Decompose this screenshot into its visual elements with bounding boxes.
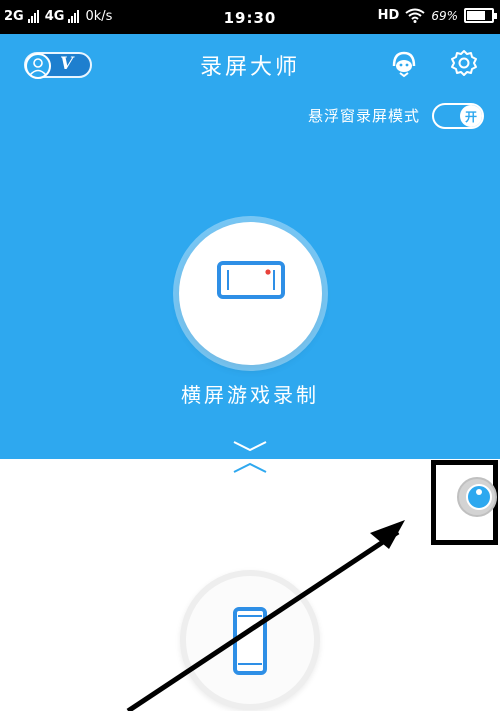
landscape-record-button[interactable]	[179, 222, 322, 365]
portrait-phone-icon	[233, 607, 267, 675]
landscape-record-label: 横屏游戏录制	[181, 383, 319, 407]
wifi-icon	[405, 8, 425, 23]
float-window-mode-label: 悬浮窗录屏模式	[307, 107, 420, 125]
chevron-up-icon[interactable]	[232, 462, 268, 474]
status-right: HD 69%	[377, 8, 497, 23]
record-ball-icon[interactable]	[457, 477, 497, 517]
chevron-down-icon[interactable]	[232, 440, 268, 452]
gear-icon[interactable]	[450, 49, 478, 77]
toggle-knob: 开	[460, 105, 482, 127]
battery-icon	[464, 8, 497, 23]
landscape-phone-icon	[217, 261, 285, 299]
headset-icon[interactable]	[389, 50, 419, 78]
status-bar: 2G 4G 0k/s 19:30 HD 69%	[0, 0, 500, 34]
float-window-mode-toggle[interactable]: 开	[432, 103, 484, 129]
hd-label: HD	[377, 8, 400, 23]
portrait-record-button[interactable]	[180, 570, 320, 710]
battery-percent: 69%	[431, 8, 458, 23]
app-title: 录屏大师	[199, 55, 300, 80]
